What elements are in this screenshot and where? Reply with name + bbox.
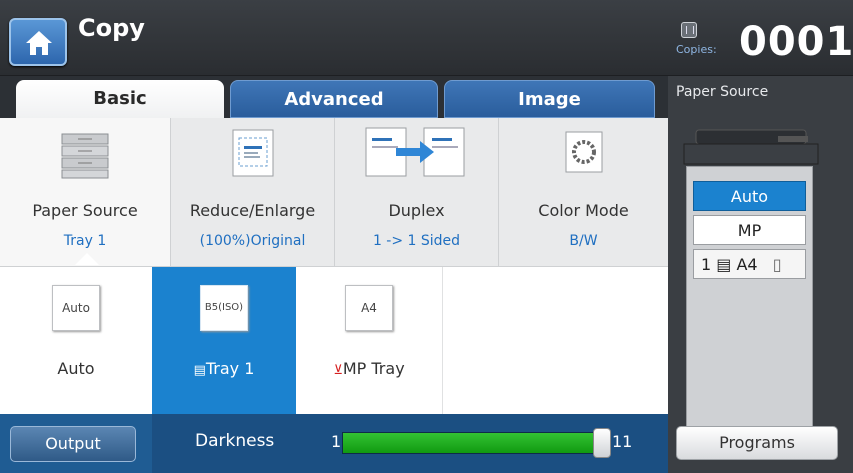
tab-bar: Basic Advanced Image	[0, 76, 668, 118]
tray-choice-mp[interactable]: A4 ⊻MP Tray	[296, 267, 442, 415]
tray-label: ▤Tray 1	[193, 359, 255, 378]
darkness-label: Darkness	[195, 431, 275, 451]
home-button[interactable]	[9, 18, 67, 66]
tab-advanced[interactable]: Advanced	[230, 80, 438, 118]
option-label: Reduce/Enlarge	[189, 201, 316, 220]
paper-source-option[interactable]: Paper Source Tray 1	[0, 118, 170, 266]
basic-options-row: Paper Source Tray 1 Reduce/Enlarge (100%…	[0, 118, 668, 266]
paper-thumbnail: B5(ISO)	[200, 285, 248, 331]
option-value: 1 -> 1 Sided	[372, 233, 461, 249]
paper-icon: ▯	[772, 255, 782, 274]
empty-cell	[442, 267, 668, 415]
copies-count[interactable]: 0001	[739, 19, 853, 65]
tray-icon: ▤	[193, 363, 206, 378]
paper-thumbnail: Auto	[52, 285, 100, 331]
app-title: Copy	[78, 14, 145, 42]
header-bar: Copy Copies: 0001	[0, 0, 853, 76]
source-auto[interactable]: Auto	[693, 181, 806, 211]
option-value: (100%)Original	[199, 233, 306, 249]
tray-label: Auto	[57, 359, 95, 378]
option-label: Color Mode	[538, 201, 629, 220]
tab-image[interactable]: Image	[444, 80, 655, 118]
option-label: Duplex	[388, 201, 445, 220]
copies-label: Copies:	[676, 43, 717, 56]
option-value: B/W	[569, 233, 598, 249]
color-mode-option[interactable]: Color Mode B/W	[498, 118, 668, 266]
reduce-enlarge-icon	[232, 129, 274, 177]
tab-basic[interactable]: Basic	[16, 80, 224, 118]
color-mode-icon	[565, 131, 603, 173]
darkness-max: 11	[612, 432, 633, 451]
mp-tray-icon: ⊻	[333, 363, 343, 378]
paper-thumbnail: A4	[345, 285, 393, 331]
tray-choice-auto[interactable]: Auto Auto	[0, 267, 152, 415]
darkness-min: 1	[331, 432, 342, 451]
option-label: Paper Source	[32, 201, 138, 220]
source-mp[interactable]: MP	[693, 215, 806, 245]
panel-title: Paper Source	[676, 84, 769, 100]
darkness-slider[interactable]	[342, 432, 603, 454]
source-tray1[interactable]: 1 ▤ A4 ▯	[693, 249, 806, 279]
reduce-enlarge-option[interactable]: Reduce/Enlarge (100%)Original	[170, 118, 334, 266]
copies-icon	[681, 22, 697, 38]
option-value: Tray 1	[63, 233, 107, 249]
printer-icon	[683, 129, 819, 165]
copy-screen: Copy Copies: 0001 Basic Advanced Image P…	[0, 0, 853, 473]
paper-source-panel: Paper Source Auto MP 1 ▤ A4 ▯ Programs	[668, 76, 853, 473]
duplex-icon	[365, 127, 465, 177]
output-button[interactable]: Output	[10, 426, 136, 462]
duplex-option[interactable]: Duplex 1 -> 1 Sided	[334, 118, 498, 266]
tray-choice-tray1[interactable]: B5(ISO) ▤Tray 1	[152, 267, 296, 415]
tray-label: ⊻MP Tray	[333, 359, 405, 378]
programs-button[interactable]: Programs	[676, 426, 838, 460]
tray-stack: Auto MP 1 ▤ A4 ▯	[686, 166, 813, 444]
tray-icon: ▤	[716, 255, 737, 274]
selection-pointer	[75, 253, 99, 265]
darkness-slider-handle[interactable]	[593, 428, 611, 458]
darkness-fill	[343, 433, 603, 453]
paper-stack-icon	[61, 133, 109, 179]
home-icon	[26, 31, 52, 55]
paper-source-choices: Auto Auto B5(ISO) ▤Tray 1 A4 ⊻MP Tray	[0, 266, 668, 415]
bottom-bar: Output Darkness 1 11	[0, 414, 668, 473]
